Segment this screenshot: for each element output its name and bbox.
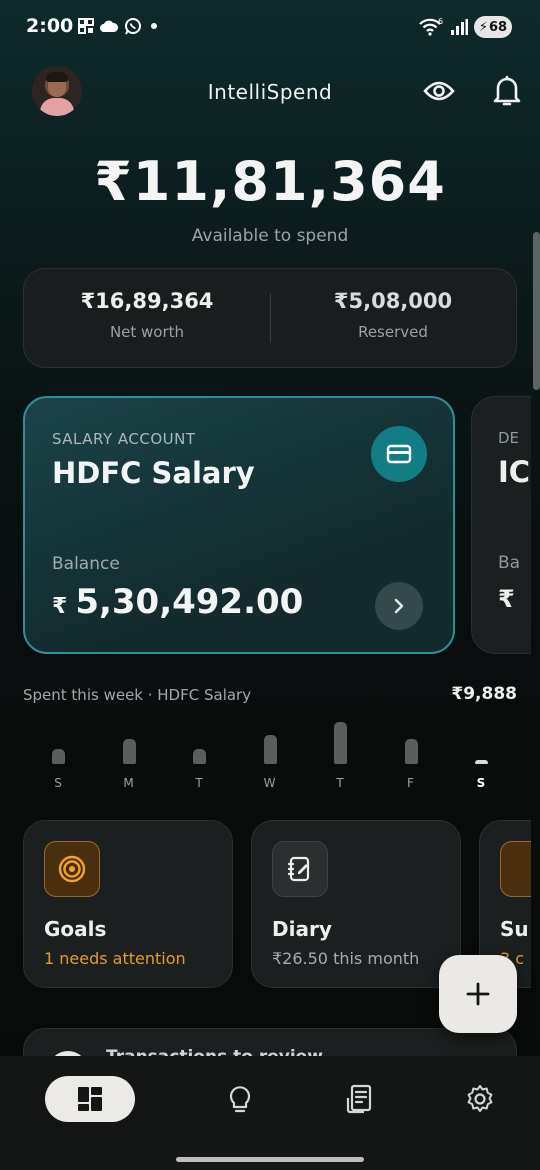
account-balance-label: Ba [498, 553, 521, 573]
nav-settings[interactable] [458, 1076, 502, 1122]
week-day-1[interactable]: M [94, 716, 164, 796]
week-bar [475, 760, 488, 764]
account-balance-value: 5,30,492.00 [75, 582, 304, 622]
plus-icon [466, 982, 490, 1006]
gesture-bar [176, 1157, 364, 1162]
whatsapp-icon [125, 18, 141, 35]
eye-icon [423, 81, 455, 101]
status-bar: 2:00 6 ⚡ 68 [0, 0, 540, 56]
week-day-label: T [195, 776, 203, 790]
subscriptions-title: Su [500, 917, 529, 941]
credit-card-icon [386, 444, 412, 464]
account-type: DE [498, 429, 520, 447]
week-day-0[interactable]: S [23, 716, 93, 796]
account-card-next[interactable]: DE IC Ba ₹ [471, 396, 531, 654]
account-name: IC [498, 455, 531, 489]
scrollbar[interactable] [533, 232, 540, 390]
battery-indicator: ⚡ 68 [474, 16, 512, 38]
nav-insights[interactable] [218, 1076, 262, 1122]
week-day-label: M [123, 776, 134, 790]
target-icon [58, 855, 86, 883]
net-worth-section[interactable]: ₹16,89,364 Net worth [24, 289, 270, 341]
account-balance: ₹ 5,30,492.00 [52, 582, 303, 622]
account-type: SALARY ACCOUNT [52, 430, 196, 448]
notebook-icon [287, 856, 310, 882]
goals-subtitle: 1 needs attention [44, 949, 186, 968]
week-day-6[interactable]: S [446, 716, 516, 796]
account-name: HDFC Salary [52, 456, 255, 490]
reserved-label: Reserved [358, 323, 428, 341]
chevron-right-icon [394, 598, 404, 614]
toggle-visibility-button[interactable] [422, 76, 456, 106]
notifications-button[interactable] [492, 74, 522, 108]
account-balance-label: Balance [52, 554, 120, 574]
week-bar [193, 749, 206, 764]
week-day-label: T [336, 776, 344, 790]
week-spend-chart: SMTWTFS [23, 716, 517, 796]
available-balance-label: Available to spend [191, 226, 349, 246]
bottom-navigation [0, 1056, 540, 1170]
diary-title: Diary [272, 917, 332, 941]
week-spend-total: ₹9,888 [451, 684, 517, 704]
account-currency: ₹ [498, 585, 515, 613]
account-card-badge [371, 426, 427, 482]
nav-transactions[interactable] [338, 1076, 382, 1122]
wifi-icon: 6 [419, 17, 443, 36]
battery-level: 68 [489, 19, 508, 35]
goals-icon-badge [44, 841, 100, 897]
week-day-label: F [407, 776, 414, 790]
goals-tile[interactable]: Goals 1 needs attention [23, 820, 233, 988]
account-card-hdfc-salary[interactable]: SALARY ACCOUNT HDFC Salary Balance ₹ 5,3… [23, 396, 455, 654]
week-spend-label: Spent this week · HDFC Salary [23, 686, 252, 704]
add-transaction-button[interactable] [439, 955, 517, 1033]
net-worth-label: Net worth [109, 323, 185, 341]
qr-icon [78, 18, 94, 34]
nav-dashboard[interactable] [45, 1076, 135, 1122]
wifi-label: 6 [438, 17, 443, 26]
available-balance: ₹11,81,364 [94, 150, 446, 213]
diary-tile[interactable]: Diary ₹26.50 this month [251, 820, 461, 988]
status-time: 2:00 [26, 15, 74, 37]
signal-icon [451, 19, 468, 35]
lightbulb-icon [229, 1086, 251, 1113]
subscription-icon [500, 841, 531, 897]
week-day-2[interactable]: T [164, 716, 234, 796]
week-bar [122, 739, 136, 764]
goals-title: Goals [44, 917, 107, 941]
reserved-section[interactable]: ₹5,08,000 Reserved [270, 289, 516, 341]
bell-icon [493, 75, 521, 106]
receipt-icon [346, 1084, 372, 1114]
week-bar [52, 749, 65, 764]
app-header: IntelliSpend [0, 62, 540, 122]
status-notification-icons [78, 17, 160, 35]
status-system-icons: 6 ⚡ 68 [418, 16, 512, 38]
week-day-label: S [54, 776, 62, 790]
week-day-5[interactable]: F [376, 716, 446, 796]
week-bar [404, 739, 418, 764]
week-bar [334, 722, 347, 764]
dot-icon [151, 23, 157, 29]
reserved-value: ₹5,08,000 [333, 289, 453, 313]
cloud-icon [100, 20, 118, 32]
week-day-label: W [263, 776, 276, 790]
diary-icon-badge [272, 841, 328, 897]
app-title: IntelliSpend [207, 80, 333, 104]
week-day-3[interactable]: W [235, 716, 305, 796]
summary-card: ₹16,89,364 Net worth ₹5,08,000 Reserved [23, 268, 517, 368]
dashboard-icon [78, 1087, 102, 1111]
account-currency: ₹ [52, 594, 68, 619]
diary-subtitle: ₹26.50 this month [272, 949, 420, 968]
week-day-label: S [476, 776, 486, 790]
week-bar [263, 735, 277, 764]
account-open-button[interactable] [375, 582, 423, 630]
bolt-icon: ⚡ [478, 19, 489, 35]
week-day-4[interactable]: T [305, 716, 375, 796]
settings-icon [467, 1085, 493, 1112]
net-worth-value: ₹16,89,364 [80, 289, 214, 313]
